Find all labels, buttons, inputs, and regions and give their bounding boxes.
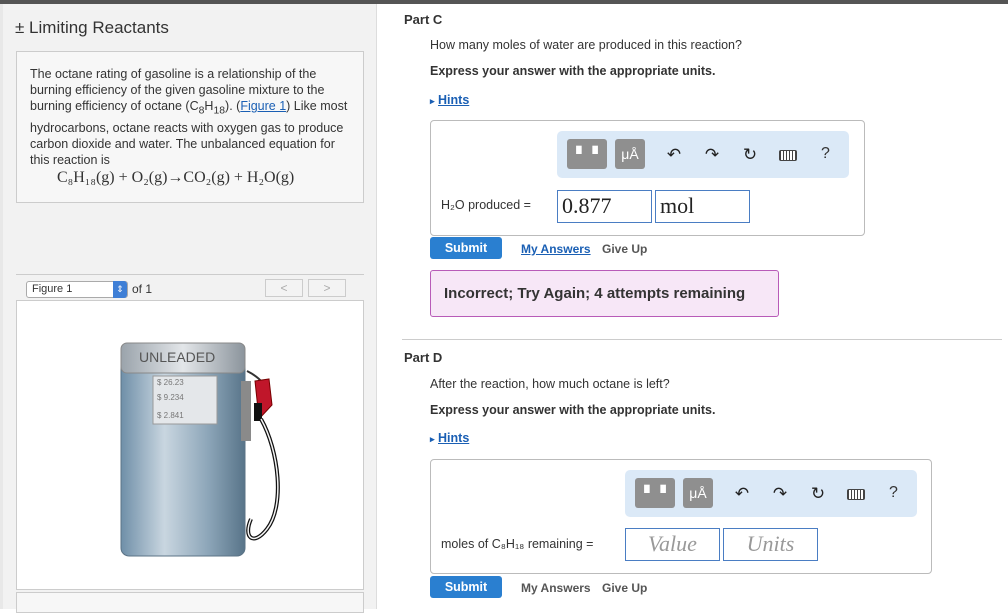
- chevron-updown-icon: ⇕: [113, 281, 127, 298]
- part-d-hints-link[interactable]: ▸ Hints: [430, 431, 469, 445]
- part-c-instruction: Express your answer with the appropriate…: [430, 64, 716, 78]
- figure-caption-area: [16, 592, 364, 613]
- keyboard-icon[interactable]: [779, 150, 797, 161]
- redo-icon[interactable]: ↷: [701, 145, 723, 165]
- help-button[interactable]: ?: [821, 145, 830, 163]
- right-panel: Part C How many moles of water are produ…: [378, 4, 1008, 609]
- figure-count: of 1: [132, 282, 153, 296]
- undo-icon[interactable]: ↶: [663, 145, 685, 165]
- reaction-equation: C₈H₁₈(g) + O₂(g)→CO₂(g) + H₂O(g): [57, 169, 295, 186]
- units-button[interactable]: μÅ: [683, 478, 713, 508]
- part-c-input-label: H₂O produced =: [441, 198, 531, 212]
- part-d-submit-button[interactable]: Submit: [430, 576, 502, 598]
- part-d-units-input[interactable]: Units: [723, 528, 818, 561]
- part-c-my-answers-link[interactable]: My Answers: [521, 242, 591, 256]
- reset-icon[interactable]: ↻: [807, 484, 829, 504]
- next-figure-button[interactable]: >: [308, 279, 346, 297]
- part-c-give-up-link[interactable]: Give Up: [602, 242, 647, 256]
- triangle-right-icon: ▸: [430, 434, 435, 444]
- part-d-input-label: moles of C₈H₁₈ remaining =: [441, 537, 594, 551]
- part-c-label: Part C: [404, 12, 443, 27]
- undo-icon[interactable]: ↶: [731, 484, 753, 504]
- part-d-instruction: Express your answer with the appropriate…: [430, 403, 716, 417]
- part-d-label: Part D: [404, 350, 443, 365]
- part-d-toolbar: ▘▝ μÅ ↶ ↷ ↻ ?: [625, 470, 917, 517]
- template-icon: ▘▝: [644, 485, 666, 501]
- intro-text-3: ). (: [225, 99, 241, 113]
- part-c-submit-button[interactable]: Submit: [430, 237, 502, 259]
- part-c-feedback: Incorrect; Try Again; 4 attempts remaini…: [430, 270, 779, 317]
- template-icon: ▘▝: [576, 146, 598, 162]
- problem-title: ± Limiting Reactants: [15, 18, 169, 37]
- figure-select[interactable]: Figure 1 ⇕: [26, 281, 128, 298]
- figure-link[interactable]: Figure 1: [240, 99, 286, 113]
- prev-figure-button[interactable]: <: [265, 279, 303, 297]
- figure-select-value: Figure 1: [32, 283, 73, 295]
- part-d-answer-box: ▘▝ μÅ ↶ ↷ ↻ ? moles of C₈H₁₈ remaining =…: [430, 459, 932, 574]
- divider: [402, 339, 1002, 340]
- part-c-value-input[interactable]: 0.877: [557, 190, 652, 223]
- part-c-answer-box: ▘▝ μÅ ↶ ↷ ↻ ? H₂O produced = 0.877 mol: [430, 120, 865, 236]
- part-d-give-up-link[interactable]: Give Up: [602, 581, 647, 595]
- part-d-my-answers-link[interactable]: My Answers: [521, 581, 591, 595]
- intro-sub-2: 18: [213, 105, 226, 117]
- part-d-question: After the reaction, how much octane is l…: [430, 377, 670, 391]
- pump-line-3: $ 2.841: [157, 411, 184, 420]
- triangle-right-icon: ▸: [430, 96, 435, 106]
- units-button[interactable]: μÅ: [615, 139, 645, 169]
- templates-button[interactable]: ▘▝: [635, 478, 675, 508]
- part-c-units-input[interactable]: mol: [655, 190, 750, 223]
- gas-pump-image: UNLEADED $ 26.23 $ 9.234 $ 2.841: [120, 342, 280, 557]
- pump-line-1: $ 26.23: [157, 378, 184, 387]
- intro-box: The octane rating of gasoline is a relat…: [16, 51, 364, 203]
- help-button[interactable]: ?: [889, 484, 898, 502]
- templates-button[interactable]: ▘▝: [567, 139, 607, 169]
- keyboard-icon[interactable]: [847, 489, 865, 500]
- part-c-toolbar: ▘▝ μÅ ↶ ↷ ↻ ?: [557, 131, 849, 178]
- pump-line-2: $ 9.234: [157, 393, 184, 402]
- part-d-value-input[interactable]: Value: [625, 528, 720, 561]
- part-c-question: How many moles of water are produced in …: [430, 38, 742, 52]
- figure-bar: Figure 1 ⇕ of 1 < >: [16, 274, 364, 300]
- redo-icon[interactable]: ↷: [769, 484, 791, 504]
- figure-panel: UNLEADED $ 26.23 $ 9.234 $ 2.841: [16, 300, 364, 590]
- pump-label: UNLEADED: [139, 349, 215, 365]
- reset-icon[interactable]: ↻: [739, 145, 761, 165]
- part-c-hints-link[interactable]: ▸ Hints: [430, 93, 469, 107]
- left-panel: ± Limiting Reactants The octane rating o…: [3, 4, 377, 613]
